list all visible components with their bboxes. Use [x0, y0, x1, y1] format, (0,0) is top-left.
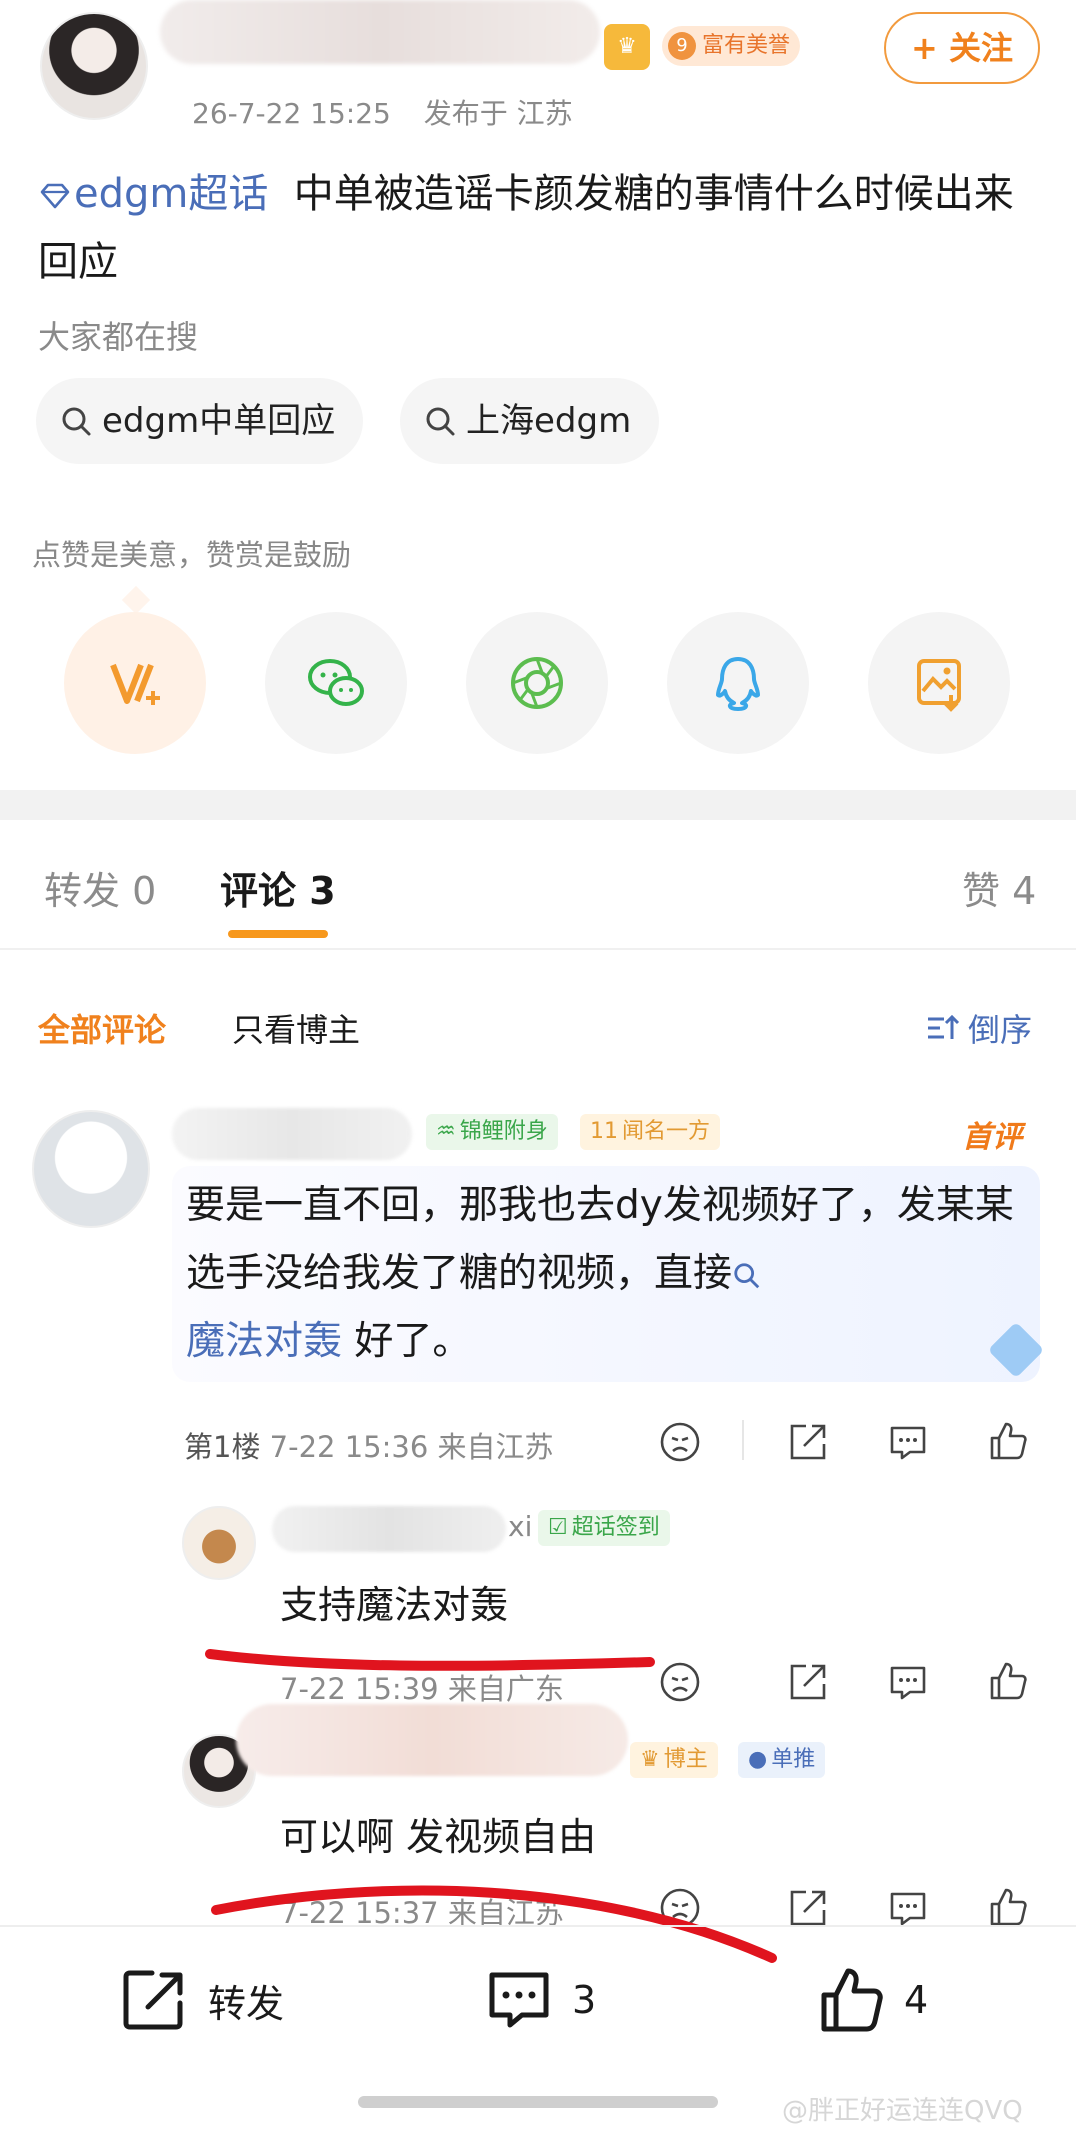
comment-text: 要是一直不回，那我也去dy发视频好了，发某某选手没给我发了糖的视频，直接 魔法对轰… [186, 1183, 1014, 1364]
sort-toggle[interactable]: 倒序 [926, 1005, 1032, 1051]
repost-icon[interactable] [786, 1420, 830, 1464]
share-moments-button[interactable] [466, 612, 608, 754]
like-icon[interactable] [986, 1884, 1030, 1928]
qq-icon [716, 657, 760, 711]
crown-badge-icon: ♛ [604, 24, 650, 70]
first-comment-label: 首评 [962, 1120, 1022, 1155]
reply-icon[interactable] [886, 1660, 930, 1704]
bottom-bar-divider [0, 1925, 1076, 1927]
post-meta: 26-7-22 15:25 发布于 江苏 [192, 92, 573, 132]
comment-meta: 第1楼 7-22 15:36 来自江苏 [184, 1430, 554, 1464]
action-separator [742, 1420, 744, 1460]
reply-name-suffix[interactable]: xi [508, 1510, 532, 1543]
reply-avatar[interactable] [182, 1506, 256, 1580]
rich-reputation-badge[interactable]: 9 富有美誉 [662, 26, 801, 66]
moments-icon [511, 657, 563, 709]
comment-icon [489, 1972, 549, 2028]
supertopic-checkin-badge: ☑ 超话签到 [538, 1510, 670, 1546]
home-indicator[interactable] [358, 2096, 718, 2108]
dislike-icon[interactable] [658, 1886, 702, 1930]
post-content: edgm超话 中单被造谣卡颜发糖的事情什么时候出来回应 [38, 160, 1038, 296]
section-divider [0, 790, 1076, 820]
tab-repost[interactable]: 转发 0 [44, 860, 156, 915]
badge-label: 富有美誉 [702, 33, 791, 58]
filter-author-only[interactable]: 只看博主 [232, 1005, 360, 1051]
follow-button[interactable]: + 关注 [884, 12, 1040, 84]
supertopic-diamond-icon [40, 183, 70, 209]
reply-text: 支持魔法对轰 [280, 1583, 509, 1627]
repost-icon[interactable] [786, 1886, 830, 1930]
reply-name-blurred[interactable] [272, 1506, 506, 1552]
crown-icon: ♛ [640, 1747, 660, 1772]
save-image-button[interactable] [868, 612, 1010, 754]
dislike-icon[interactable] [658, 1420, 702, 1464]
vip-reward-button[interactable] [64, 612, 206, 754]
comment-search-link[interactable]: 魔法对轰 [186, 1319, 342, 1364]
reply-icon[interactable] [886, 1886, 930, 1930]
trending-search-title: 大家都在搜 [38, 318, 199, 356]
search-icon [426, 407, 455, 436]
person-icon: ● [748, 1747, 768, 1772]
vip-reward-icon [110, 663, 160, 705]
commenter-avatar[interactable] [32, 1110, 150, 1228]
tab-like[interactable]: 赞 4 [962, 860, 1036, 915]
search-icon [734, 1262, 760, 1288]
post-time: 26-7-22 15:25 [192, 97, 391, 130]
tab-divider [0, 948, 1076, 950]
author-avatar[interactable] [40, 12, 148, 120]
dislike-icon[interactable] [658, 1660, 702, 1704]
reply-name-blurred[interactable] [236, 1704, 628, 1776]
active-tab-indicator [228, 930, 328, 938]
repost-icon [123, 1970, 183, 2030]
repost-icon[interactable] [786, 1660, 830, 1704]
single-fan-badge: ● 单推 [738, 1742, 826, 1778]
supertopic-link[interactable]: edgm超话 [38, 171, 268, 217]
share-wechat-button[interactable] [265, 612, 407, 754]
fame-level-icon: 11 [590, 1119, 618, 1144]
bottom-like-button[interactable]: 4 [816, 1965, 928, 2035]
bottom-comment-button[interactable]: 3 [484, 1965, 596, 2035]
koi-icon: ♒ [436, 1119, 456, 1144]
reward-tip: 点赞是美意，赞赏是鼓励 [32, 538, 352, 572]
sort-order-icon [928, 1014, 960, 1039]
like-icon[interactable] [986, 1658, 1030, 1702]
search-icon [62, 407, 91, 436]
tip-caret [121, 585, 151, 615]
reply-text: 可以啊 发视频自由 [280, 1815, 597, 1859]
filter-all-comments[interactable]: 全部评论 [38, 1005, 166, 1051]
reply-icon[interactable] [886, 1420, 930, 1464]
author-name-blurred[interactable] [160, 0, 600, 64]
post-location: 发布于 江苏 [423, 97, 573, 130]
share-qq-button[interactable] [667, 612, 809, 754]
commenter-name-blurred[interactable] [172, 1108, 412, 1160]
fame-badge: 11 闻名一方 [580, 1114, 721, 1150]
reply-meta: 7-22 15:39 来自广东 [280, 1672, 564, 1706]
watermark: @胖正好运连连QVQ [782, 2096, 1023, 2126]
checkin-icon: ☑ [548, 1515, 568, 1540]
koi-badge: ♒ 锦鲤附身 [426, 1114, 558, 1150]
save-image-icon [917, 659, 961, 712]
wechat-icon [308, 659, 364, 706]
search-chip-1[interactable]: edgm中单回应 [36, 378, 364, 464]
search-chip-2[interactable]: 上海edgm [400, 378, 660, 464]
tab-comment[interactable]: 评论 3 [220, 860, 336, 915]
author-badge: ♛ 博主 [630, 1742, 718, 1778]
bottom-repost-button[interactable]: 转发 [120, 1965, 284, 2035]
like-icon [821, 1968, 883, 2032]
like-icon[interactable] [986, 1418, 1030, 1462]
badge-level: 9 [668, 32, 696, 60]
